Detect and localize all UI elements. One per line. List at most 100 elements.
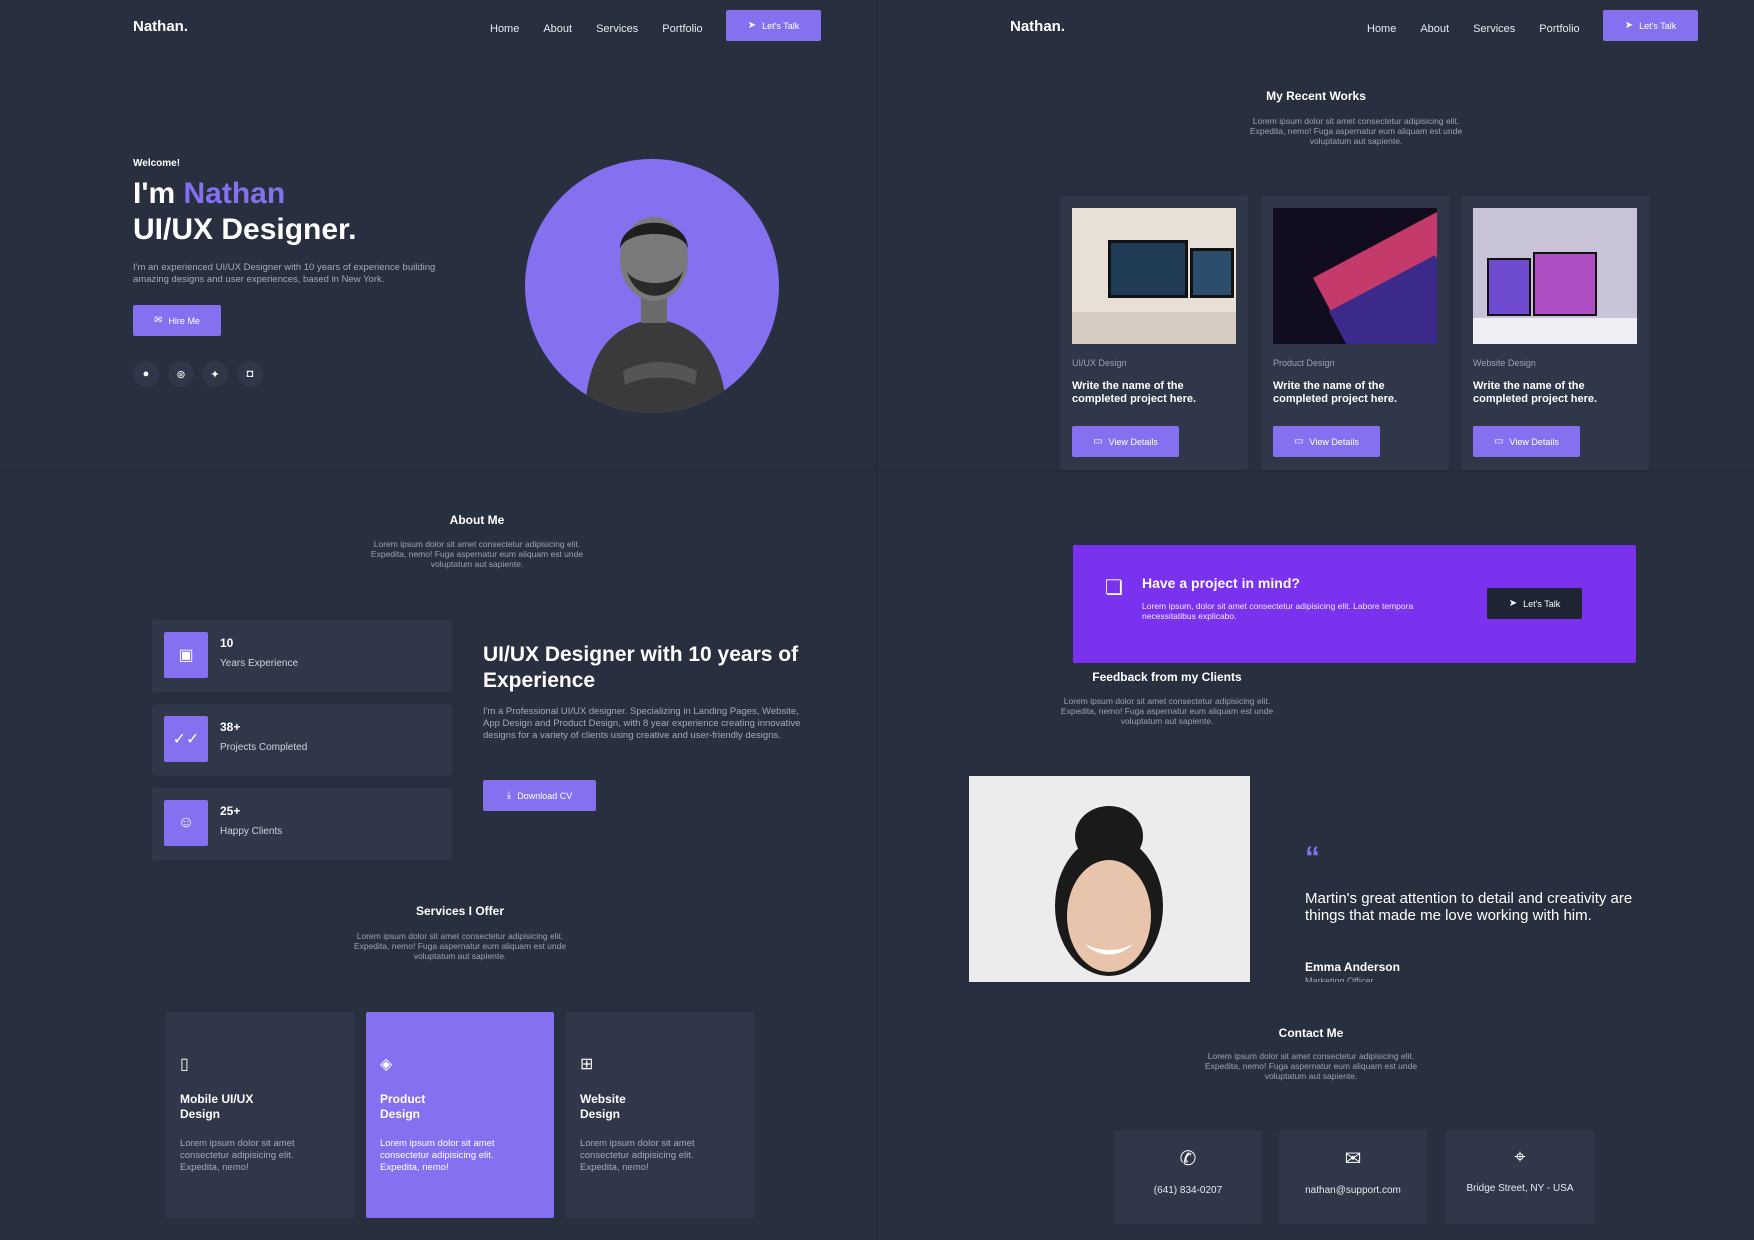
briefcase-icon: ▣ (164, 632, 208, 678)
work-category: Product Design (1273, 358, 1335, 368)
mail-icon: ✉ (1344, 1148, 1362, 1170)
service-description: Lorem ipsum dolor sit amet consectetur a… (580, 1138, 695, 1173)
service-card[interactable]: ▯ Mobile UI/UX Design Lorem ipsum dolor … (166, 1012, 354, 1218)
work-category: UI/UX Design (1072, 358, 1127, 368)
service-title: Website Design (580, 1092, 626, 1121)
work-card: Product Design Write the name of the com… (1261, 196, 1449, 470)
service-title: Product Design (380, 1092, 426, 1121)
hero-role: UI/UX Designer. (133, 213, 357, 246)
brand-logo-2[interactable]: Nathan. (1010, 18, 1065, 35)
send-icon: ➤ (747, 20, 757, 31)
work-image (1273, 208, 1437, 344)
about-heading: UI/UX Designer with 10 years of Experien… (483, 643, 799, 692)
about-body: I'm a Professional UI/UX designer. Speci… (483, 706, 801, 741)
stat-label: Projects Completed (220, 742, 308, 753)
lets-talk-button-2[interactable]: ➤ Let's Talk (1603, 10, 1698, 41)
send-icon: ➤ (1624, 20, 1634, 31)
contact-phone: (641) 834-0207 (1153, 1185, 1223, 1196)
work-name: Write the name of the completed project … (1273, 380, 1398, 405)
github-icon[interactable]: ● (133, 361, 159, 387)
stat-number: 25+ (220, 804, 241, 818)
view-details-button[interactable]: ▭ View Details (1473, 426, 1580, 457)
nav-about[interactable]: About (543, 23, 572, 35)
dribbble-icon[interactable]: ⊛ (168, 361, 194, 387)
send-icon: ➤ (1508, 598, 1518, 609)
cta-description: Lorem ipsum, dolor sit amet consectetur … (1142, 601, 1414, 621)
layout-icon: ⊞ (580, 1056, 594, 1073)
contact-card[interactable]: ✆ (641) 834-0207 (1114, 1130, 1262, 1224)
stat-label: Years Experience (220, 658, 299, 669)
services-description: Lorem ipsum dolor sit amet consectetur a… (353, 931, 567, 961)
folder-icon: ▭ (1494, 436, 1504, 447)
cta-title: Have a project in mind? (1142, 575, 1300, 591)
cta-feedback-contact-section: ❏ Have a project in mind? Lorem ipsum, d… (878, 472, 1754, 1240)
stat-card: ▣ 10 Years Experience (152, 620, 452, 692)
work-category: Website Design (1473, 358, 1536, 368)
stat-card: ✓✓ 38+ Projects Completed (152, 704, 452, 776)
mail-icon: ✉ (154, 315, 163, 326)
nav-about[interactable]: About (1420, 23, 1449, 35)
work-card: Website Design Write the name of the com… (1461, 196, 1649, 470)
work-name: Write the name of the completed project … (1473, 380, 1598, 405)
top-nav-2: Home About Services Portfolio (1367, 19, 1604, 37)
client-photo (969, 776, 1250, 982)
download-cv-button[interactable]: ⤓ Download CV (483, 780, 596, 811)
instagram-icon[interactable]: ◘ (237, 361, 263, 387)
welcome-label: Welcome! (133, 158, 181, 169)
cta-lets-talk-button[interactable]: ➤ Let's Talk (1487, 588, 1582, 619)
service-card-active[interactable]: ◈ Product Design Lorem ipsum dolor sit a… (366, 1012, 554, 1218)
contact-email: nathan@support.com (1305, 1185, 1401, 1196)
twitter-icon[interactable]: ✦ (202, 361, 228, 387)
view-details-button[interactable]: ▭ View Details (1072, 426, 1179, 457)
nav-portfolio[interactable]: Portfolio (662, 23, 702, 35)
stat-number: 10 (220, 636, 234, 650)
work-image (1473, 208, 1637, 344)
layers-icon: ◈ (380, 1056, 393, 1073)
hero-section: Nathan. Home About Services Portfolio ➤ Let'… (0, 0, 876, 470)
contact-card[interactable]: ✉ nathan@support.com (1279, 1130, 1427, 1224)
stat-label: Happy Clients (220, 826, 283, 837)
about-services-section: About Me Lorem ipsum dolor sit amet cons… (0, 472, 876, 1240)
nav-home[interactable]: Home (490, 23, 519, 35)
work-image (1072, 208, 1236, 344)
contact-address: Bridge Street, NY - USA (1466, 1183, 1574, 1194)
contact-description: Lorem ipsum dolor sit amet consectetur a… (1204, 1051, 1418, 1081)
works-description: Lorem ipsum dolor sit amet consectetur a… (1249, 116, 1463, 146)
nav-services[interactable]: Services (1473, 23, 1515, 35)
hero-title: I'm Nathan UI/UX Designer. (133, 177, 357, 246)
location-icon: ⌖ (1514, 1146, 1526, 1168)
hero-description: I'm an experienced UI/UX Designer with 1… (133, 262, 436, 285)
testimonial-role: Marketing Officer (1305, 976, 1374, 982)
smile-icon: ☺ (164, 800, 208, 846)
phone-icon: ✆ (1179, 1148, 1197, 1170)
hero-portrait (525, 159, 779, 413)
about-description: Lorem ipsum dolor sit amet consectetur a… (370, 539, 584, 569)
nav-services[interactable]: Services (596, 23, 638, 35)
mobile-icon: ▯ (180, 1056, 189, 1073)
service-description: Lorem ipsum dolor sit amet consectetur a… (180, 1138, 295, 1173)
contact-card[interactable]: ⌖ Bridge Street, NY - USA (1446, 1130, 1594, 1224)
about-title: About Me (449, 513, 505, 527)
nav-portfolio[interactable]: Portfolio (1539, 23, 1579, 35)
works-title: My Recent Works (1266, 89, 1366, 103)
feedback-title: Feedback from my Clients (1092, 670, 1242, 684)
feedback-description: Lorem ipsum dolor sit amet consectetur a… (1060, 696, 1274, 726)
works-section: Nathan. Home About Services Portfolio ➤ Let'… (878, 0, 1754, 470)
view-details-button[interactable]: ▭ View Details (1273, 426, 1380, 457)
contact-title: Contact Me (1278, 1026, 1344, 1040)
folder-icon: ▭ (1294, 436, 1304, 447)
mockup-board: Nathan. Home About Services Portfolio ➤ Let'… (0, 0, 1754, 1240)
service-card[interactable]: ⊞ Website Design Lorem ipsum dolor sit a… (566, 1012, 754, 1218)
service-description: Lorem ipsum dolor sit amet consectetur a… (380, 1138, 495, 1173)
stat-card: ☺ 25+ Happy Clients (152, 788, 452, 860)
services-title: Services I Offer (415, 904, 505, 918)
hire-me-button[interactable]: ✉ Hire Me (133, 305, 221, 336)
folder-icon: ▭ (1093, 436, 1103, 447)
double-check-icon: ✓✓ (164, 716, 208, 762)
work-name: Write the name of the completed project … (1072, 380, 1197, 405)
brand-logo[interactable]: Nathan. (133, 18, 188, 35)
lets-talk-button[interactable]: ➤ Let's Talk (726, 10, 821, 41)
nav-home[interactable]: Home (1367, 23, 1396, 35)
cta-banner: ❏ Have a project in mind? Lorem ipsum, d… (1073, 545, 1636, 663)
service-title: Mobile UI/UX Design (180, 1092, 254, 1121)
